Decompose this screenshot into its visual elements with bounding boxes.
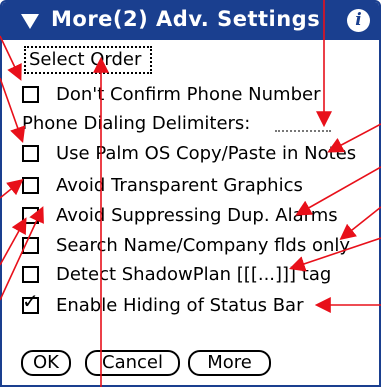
option-label: Detect ShadowPlan [[[...]]] tag [56, 263, 332, 285]
checkbox-palm-copy-paste[interactable] [22, 144, 39, 162]
option-label: Don't Confirm Phone Number [56, 83, 321, 105]
option-label: Avoid Suppressing Dup. Alarms [56, 204, 338, 226]
phone-dialing-delimiters-field[interactable] [275, 130, 331, 132]
info-icon[interactable]: i [347, 9, 370, 32]
checkbox-detect-shadowplan[interactable] [22, 265, 39, 283]
option-label: Use Palm OS Copy/Paste in Notes [56, 142, 357, 164]
checkbox-dont-confirm-phone[interactable] [22, 85, 39, 103]
checkbox-avoid-suppressing-alarms[interactable] [22, 206, 39, 224]
dialog-title-bar: More(2) Adv. Settings i [2, 2, 379, 40]
select-order-button[interactable]: Select Order [24, 46, 152, 74]
option-dont-confirm-phone[interactable]: Don't Confirm Phone Number [22, 81, 320, 107]
option-avoid-suppressing-alarms[interactable]: Avoid Suppressing Dup. Alarms [22, 202, 338, 228]
ok-button[interactable]: OK [21, 350, 71, 376]
option-label: Search Name/Company flds only [56, 234, 351, 256]
option-avoid-transparent-graphics[interactable]: Avoid Transparent Graphics [22, 172, 303, 198]
option-label: Enable Hiding of Status Bar [56, 294, 304, 316]
more-button[interactable]: More [188, 350, 271, 376]
option-search-name-company[interactable]: Search Name/Company flds only [22, 232, 350, 258]
phone-dialing-delimiters-label: Phone Dialing Delimiters: [22, 113, 251, 134]
settings-dialog: More(2) Adv. Settings i Select Order Don… [0, 0, 381, 387]
option-enable-hiding-status-bar[interactable]: ✓ Enable Hiding of Status Bar [22, 291, 304, 318]
cancel-button[interactable]: Cancel [85, 350, 180, 376]
option-detect-shadowplan[interactable]: Detect ShadowPlan [[[...]]] tag [22, 261, 331, 287]
checkbox-avoid-transparent-graphics[interactable] [22, 176, 39, 194]
checkmark-icon: ✓ [22, 288, 39, 313]
option-label: Avoid Transparent Graphics [56, 174, 303, 196]
checkbox-enable-hiding-status-bar[interactable]: ✓ [22, 291, 39, 314]
dropdown-triangle-icon[interactable] [21, 14, 39, 29]
checkbox-search-name-company[interactable] [22, 236, 39, 254]
dialog-title: More(2) Adv. Settings [51, 7, 321, 31]
option-palm-copy-paste[interactable]: Use Palm OS Copy/Paste in Notes [22, 140, 356, 166]
